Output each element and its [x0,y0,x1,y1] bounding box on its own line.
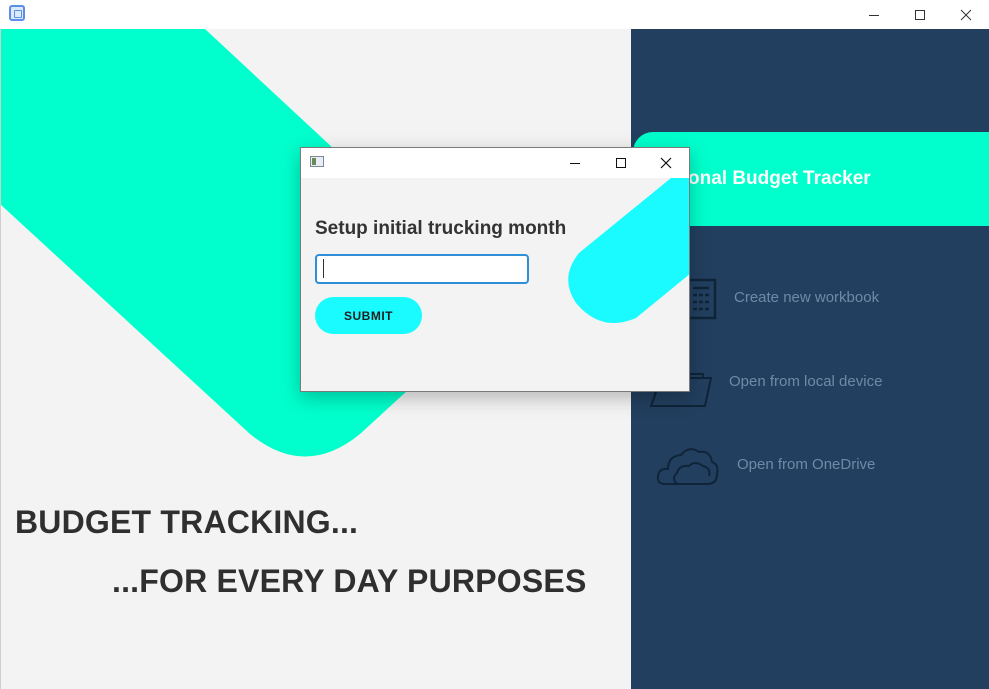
minimize-icon [570,163,580,164]
window-left-edge [0,29,1,689]
dialog-heading: Setup initial trucking month [315,218,567,239]
dialog-maximize-button[interactable] [598,148,644,178]
hero-headline-1: BUDGET TRACKING... [15,504,359,540]
dialog-close-button[interactable] [643,148,689,178]
close-icon [960,9,972,20]
main-title-bar [0,0,989,29]
minimize-button[interactable] [851,0,897,29]
sidebar-item-create-workbook[interactable]: Create new workbook [658,276,938,321]
close-icon [660,157,672,169]
sidebar-item-open-onedrive[interactable]: Open from OneDrive [655,442,935,490]
maximize-icon [915,9,925,20]
dialog-minimize-button[interactable] [552,148,598,178]
maximize-icon [616,158,626,168]
setup-month-dialog: Setup initial trucking month SUBMIT [300,147,690,392]
submit-button[interactable]: SUBMIT [315,297,422,334]
app-icon [9,5,25,21]
text-caret [323,259,324,278]
cloud-icon [656,448,719,485]
sidebar-item-label: Open from local device [729,373,883,390]
hero-headline-2: ...FOR EVERY DAY PURPOSES [112,563,587,599]
sidebar-item-label: Create new workbook [734,289,880,306]
sidebar-item-label: Open from OneDrive [737,456,876,473]
dialog-window-icon [310,156,324,167]
dialog-title-bar [301,148,689,178]
sidebar-banner-title: onal Budget Tracker [688,168,871,189]
month-input[interactable] [315,254,529,284]
close-button[interactable] [943,0,989,29]
maximize-button[interactable] [897,0,943,29]
minimize-icon [869,14,879,16]
